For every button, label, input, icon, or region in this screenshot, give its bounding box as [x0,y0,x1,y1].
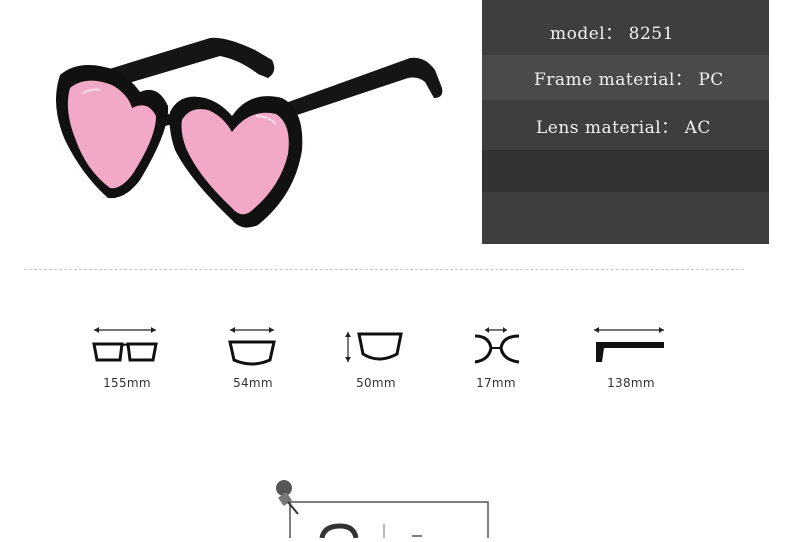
pushpin-icon [276,480,489,542]
empty-row-1 [482,150,769,192]
section-divider [24,269,744,270]
temple-length-icon [594,327,664,362]
empty-row-2 [482,196,769,242]
heart-sunglasses-illustration [56,37,443,228]
measure-frame-width: 155mm [72,322,182,397]
pinned-note-graphic [262,474,502,542]
lens-height-icon [345,332,403,362]
measure-temple-length: 138mm [576,322,686,397]
frame-width-icon [92,327,158,362]
measure-bridge-width: 17mm [441,322,551,397]
frame-material-row: Frame material： PC [482,55,769,100]
spec-panel: model： 8251 Frame material： PC Lens mate… [482,0,769,244]
measure-lens-height: 50mm [321,322,431,397]
frame-width-label: 155mm [103,376,151,390]
model-row: model： 8251 [482,9,769,54]
bridge-width-icon [474,327,520,364]
lens-height-label: 50mm [356,376,396,390]
product-image [20,20,460,240]
measure-lens-width: 54mm [198,322,308,397]
temple-length-label: 138mm [607,376,655,390]
bridge-width-label: 17mm [476,376,516,390]
frame-material-text: Frame material： PC [534,70,724,90]
lens-material-text: Lens material： AC [536,118,711,138]
lens-width-label: 54mm [233,376,273,390]
lens-width-icon [228,327,276,366]
lens-material-row: Lens material： AC [482,103,769,148]
model-text: model： 8251 [550,24,674,44]
